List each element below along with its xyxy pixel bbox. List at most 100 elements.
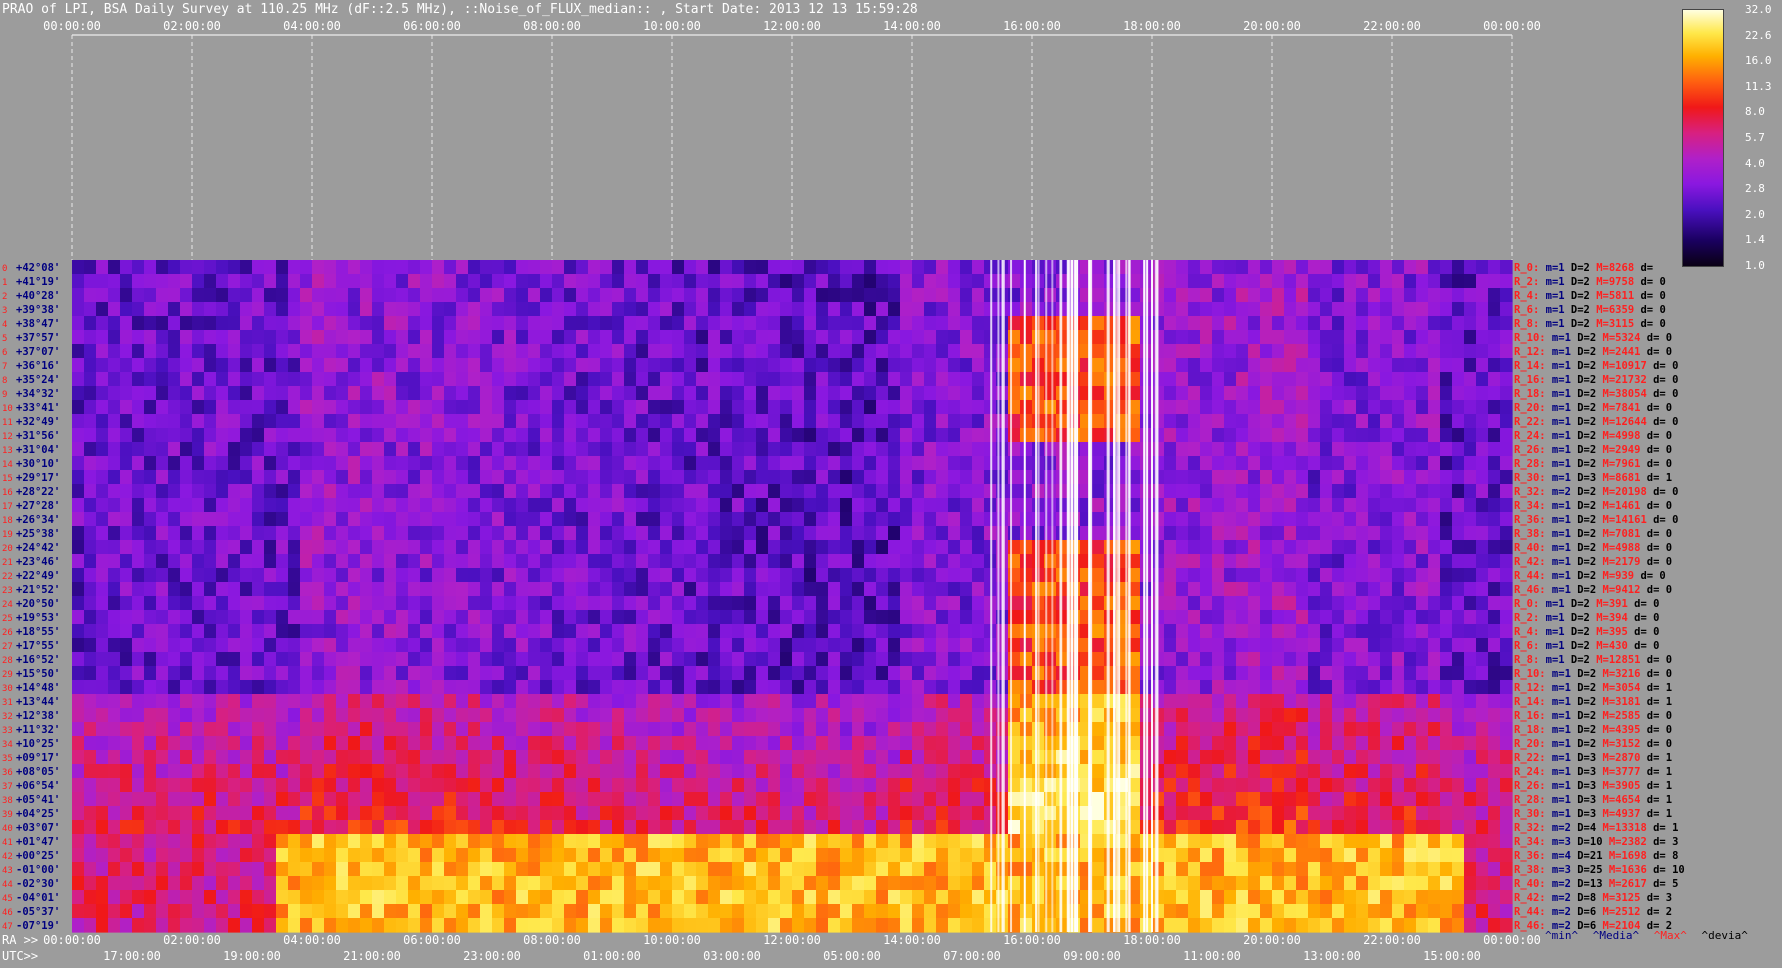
heatmap-cell <box>948 358 961 373</box>
heatmap-cell <box>456 624 469 639</box>
heatmap-cell <box>396 512 409 527</box>
heatmap-cell <box>1440 554 1453 569</box>
heatmap-cell <box>1428 806 1441 821</box>
heatmap-cell <box>600 708 613 723</box>
heatmap-cell <box>228 344 241 359</box>
heatmap-cell <box>348 540 361 555</box>
heatmap-cell <box>732 764 745 779</box>
heatmap-cell <box>516 330 529 345</box>
heatmap-cell <box>108 386 121 401</box>
heatmap-cell <box>1392 792 1405 807</box>
heatmap-cell <box>552 596 565 611</box>
heatmap-cell <box>1008 484 1021 499</box>
heatmap-cell <box>504 750 517 765</box>
heatmap-cell <box>1392 470 1405 485</box>
heatmap-cell <box>480 652 493 667</box>
heatmap-cell <box>612 708 625 723</box>
heatmap-cell <box>1452 666 1465 681</box>
heatmap-cell <box>228 288 241 303</box>
heatmap-cell <box>672 694 685 709</box>
heatmap-cell <box>264 792 277 807</box>
heatmap-cell <box>1452 568 1465 583</box>
heatmap-cell <box>876 456 889 471</box>
heatmap-cell <box>120 554 133 569</box>
heatmap-cell <box>156 596 169 611</box>
heatmap-cell <box>708 302 721 317</box>
heatmap-cell <box>420 666 433 681</box>
heatmap-cell <box>1500 302 1513 317</box>
heatmap-cell <box>144 288 157 303</box>
heatmap-cell <box>480 540 493 555</box>
heatmap-cell <box>1260 666 1273 681</box>
heatmap-cell <box>1380 624 1393 639</box>
heatmap-cell <box>864 442 877 457</box>
heatmap-cell <box>972 680 985 695</box>
heatmap-cell <box>504 764 517 779</box>
heatmap-cell <box>432 540 445 555</box>
heatmap-cell <box>1344 722 1357 737</box>
heatmap-cell <box>228 680 241 695</box>
heatmap-cell <box>876 750 889 765</box>
heatmap-cell <box>624 778 637 793</box>
heatmap-cell <box>1440 456 1453 471</box>
heatmap-cell <box>120 722 133 737</box>
heatmap-cell <box>492 778 505 793</box>
heatmap-cell <box>672 610 685 625</box>
heatmap-cell <box>1272 708 1285 723</box>
heatmap-cell <box>960 554 973 569</box>
heatmap-cell <box>480 582 493 597</box>
heatmap-cell <box>924 680 937 695</box>
heatmap-cell <box>1224 344 1237 359</box>
heatmap-cell <box>732 722 745 737</box>
heatmap-cell <box>372 288 385 303</box>
heatmap-cell <box>804 568 817 583</box>
heatmap-cell <box>372 358 385 373</box>
heatmap-cell <box>360 778 373 793</box>
heatmap-cell <box>348 470 361 485</box>
heatmap-cell <box>612 302 625 317</box>
heatmap-cell <box>408 372 421 387</box>
heatmap-cell <box>588 274 601 289</box>
heatmap-cell <box>252 596 265 611</box>
heatmap-cell <box>792 358 805 373</box>
heatmap-cell <box>972 554 985 569</box>
heatmap-cell <box>708 708 721 723</box>
heatmap-cell <box>1176 764 1189 779</box>
heatmap-cell <box>744 792 757 807</box>
heatmap-cell <box>1344 484 1357 499</box>
heatmap-cell <box>492 330 505 345</box>
heatmap-cell <box>960 484 973 499</box>
heatmap-cell <box>1248 638 1261 653</box>
heatmap-cell <box>456 568 469 583</box>
heatmap-cell <box>144 624 157 639</box>
heatmap-cell <box>1296 792 1309 807</box>
heatmap-cell <box>1380 456 1393 471</box>
heatmap-cell <box>648 274 661 289</box>
heatmap-cell <box>300 540 313 555</box>
heatmap-cell <box>84 414 97 429</box>
heatmap-cell <box>588 610 601 625</box>
heatmap-cell <box>1092 512 1105 527</box>
heatmap-cell <box>1056 792 1069 807</box>
heatmap-cell <box>648 792 661 807</box>
heatmap-cell <box>348 722 361 737</box>
heatmap-cell <box>228 778 241 793</box>
heatmap-cell <box>1212 526 1225 541</box>
heatmap-cell <box>144 344 157 359</box>
heatmap-cell <box>192 708 205 723</box>
heatmap-cell <box>420 400 433 415</box>
heatmap-cell <box>180 624 193 639</box>
heatmap-cell <box>156 652 169 667</box>
heatmap-cell <box>744 596 757 611</box>
heatmap-cell <box>1380 442 1393 457</box>
heatmap-cell <box>444 624 457 639</box>
heatmap-cell <box>564 834 577 849</box>
heatmap-cell <box>1200 316 1213 331</box>
heatmap-cell <box>924 288 937 303</box>
heatmap-cell <box>912 498 925 513</box>
heatmap-cell <box>1164 484 1177 499</box>
heatmap-cell <box>396 610 409 625</box>
heatmap-cell <box>816 680 829 695</box>
heatmap-cell <box>804 806 817 821</box>
heatmap-cell <box>708 820 721 835</box>
